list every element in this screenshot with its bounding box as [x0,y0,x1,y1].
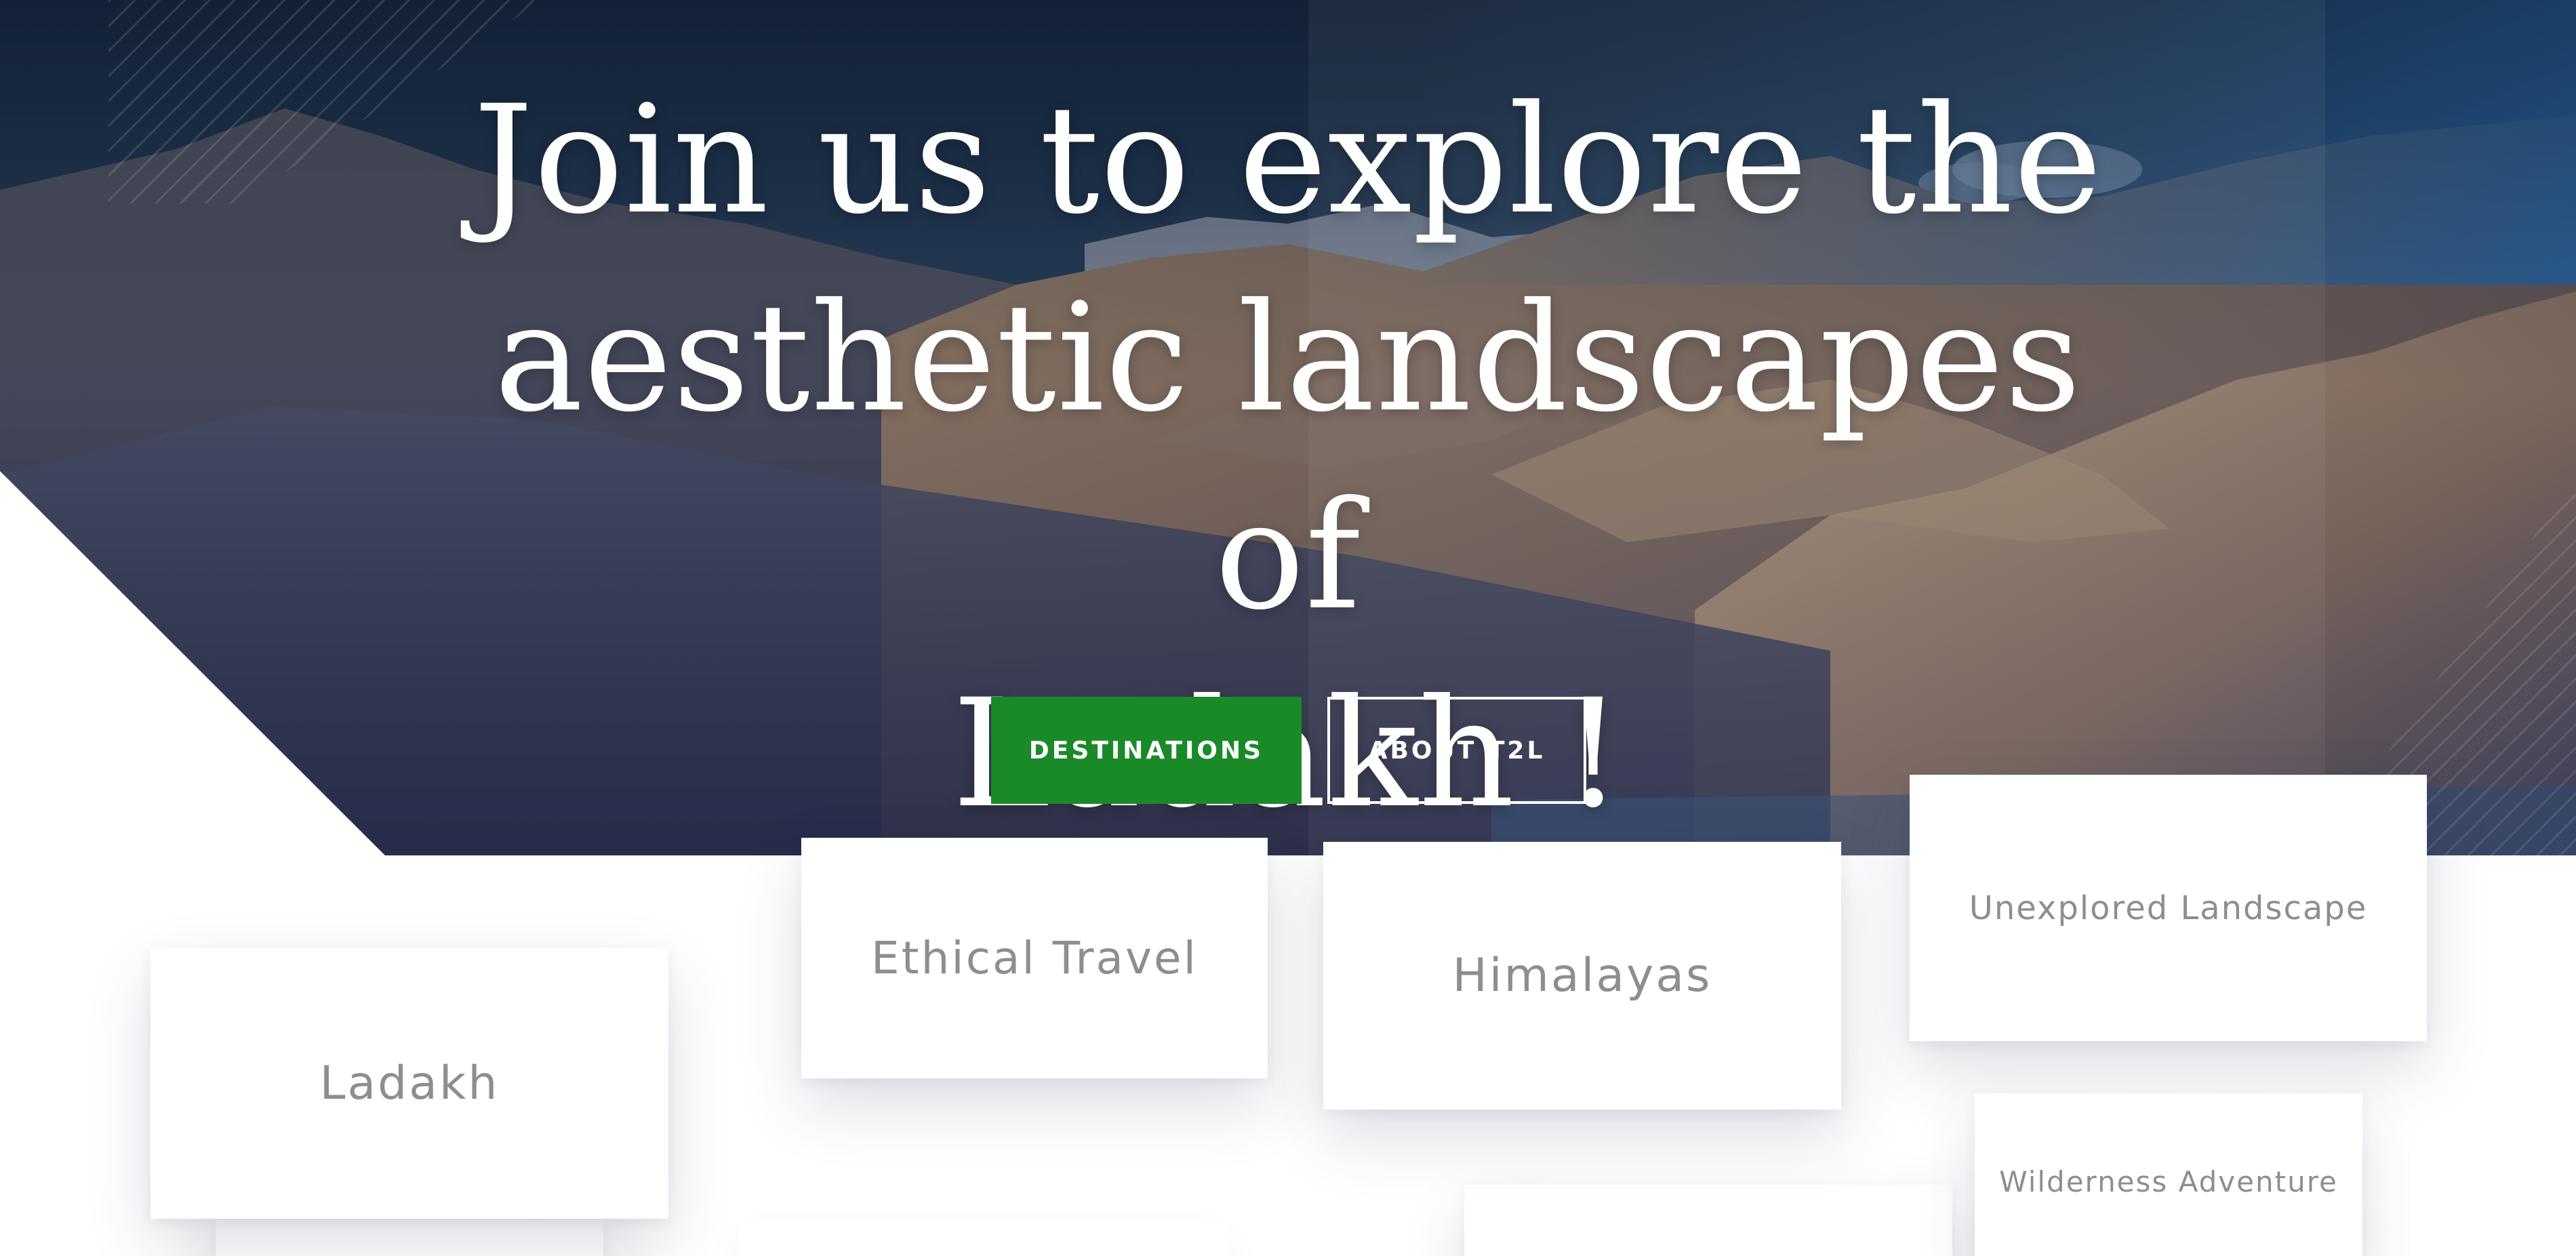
hero-section: Join us to explore the aesthetic landsca… [0,0,2576,855]
card-ladakh[interactable]: Ladakh [150,948,668,1219]
hero-title-line-2: aesthetic landscapes of [494,271,2082,643]
card-wilderness-adventure-label: Wilderness Adventure [1999,1164,2338,1198]
destinations-button[interactable]: DESTINATIONS [991,697,1302,804]
card-unexplored-landscape-label: Unexplored Landscape [1969,889,2368,927]
card-wilderness-adventure[interactable]: Wilderness Adventure [1975,1093,2362,1256]
card-blank[interactable] [216,1220,603,1256]
card-blank[interactable] [1464,1185,1952,1256]
about-t2l-button[interactable]: ABOUT T2L [1327,697,1586,804]
card-ladakh-label: Ladakh [319,1056,500,1110]
card-unexplored-landscape[interactable]: Unexplored Landscape [1910,775,2427,1041]
card-ethical-travel-label: Ethical Travel [871,932,1198,984]
card-blank[interactable] [739,1220,1227,1256]
hero-title-line-1: Join us to explore the [473,73,2103,247]
card-himalayas-label: Himalayas [1452,949,1712,1002]
card-ethical-travel[interactable]: Ethical Travel [801,838,1268,1078]
card-himalayas[interactable]: Himalayas [1323,842,1841,1110]
